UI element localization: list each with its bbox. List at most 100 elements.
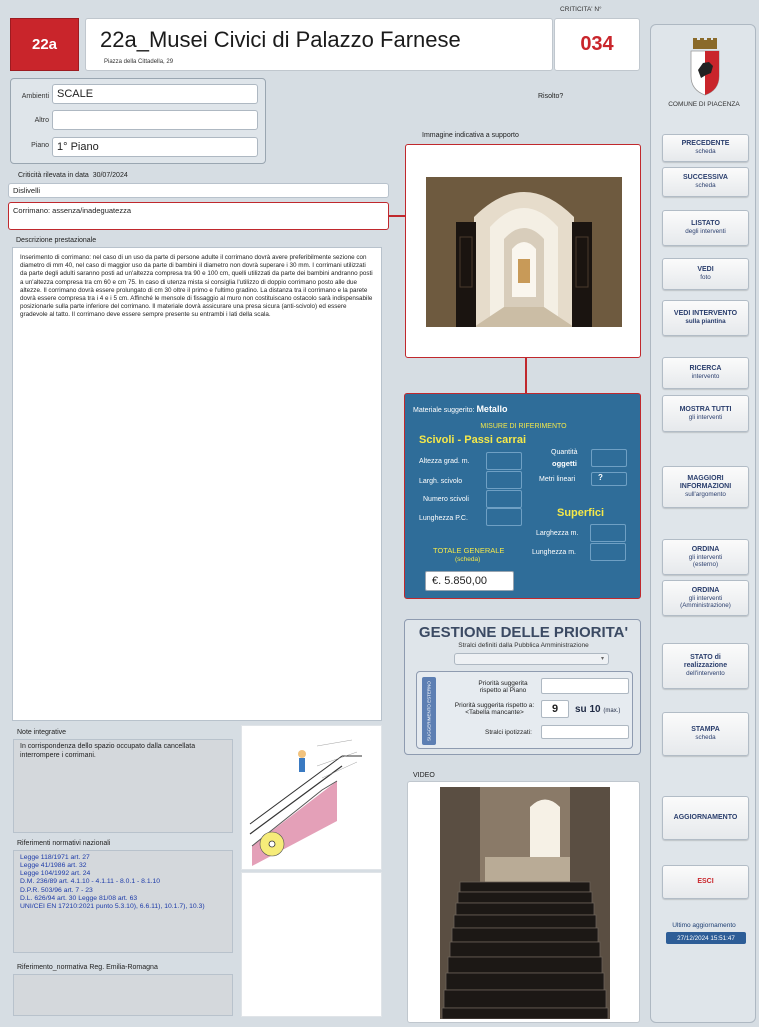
- material-panel: Materiale suggerito: Metallo MISURE DI R…: [404, 393, 641, 599]
- button-label: ESCI: [697, 877, 714, 885]
- riferimento-line: Legge 118/1971 art. 27: [20, 854, 90, 861]
- criticita-number: 034: [554, 18, 640, 71]
- larghezza-scivolo-field[interactable]: [486, 471, 522, 489]
- riferimento-er-field[interactable]: [13, 974, 233, 1016]
- note-label: Note integrative: [17, 729, 67, 736]
- ricerca-button[interactable]: RICERCA intervento: [662, 357, 749, 389]
- risolto-label: Risolto?: [538, 93, 564, 100]
- criticita-date: Criticità rilevata in data 30/07/2024: [18, 172, 128, 179]
- stralci-ipotizzati-label: Stralci ipotizzati:: [485, 729, 532, 736]
- riferimento-line: Legge 41/1986 art. 32: [20, 862, 87, 870]
- lunghezza-label: Lunghezza m.: [532, 549, 576, 556]
- metri-lineari-label: Metri lineari: [539, 476, 576, 483]
- numero-scivoli-field[interactable]: [486, 490, 522, 508]
- chevron-down-icon[interactable]: ▾: [598, 655, 607, 664]
- button-sublabel: scheda: [695, 148, 716, 156]
- button-label: VEDI: [697, 266, 714, 274]
- scivoli-title: Scivoli - Passi carrai: [419, 434, 527, 446]
- button-sublabel: sulla piantina: [685, 318, 726, 326]
- vedi-intervento-button[interactable]: VEDI INTERVENTO sulla piantina: [662, 300, 749, 336]
- suggerimento-vertical-label: SUGGERIMENTO ESTERNO: [422, 677, 436, 745]
- ordina-amministrazione-button[interactable]: ORDINA gli interventi (Amministrazione): [662, 580, 749, 616]
- button-sublabel: gli interventi: [688, 413, 723, 421]
- criticita-description-field[interactable]: Corrimano: assenza/inadeguatezza: [8, 202, 389, 230]
- handrail-diagram[interactable]: [242, 726, 381, 869]
- connector-line: [525, 358, 527, 393]
- stralci-select[interactable]: ▾: [454, 653, 609, 665]
- button-label: AGGIORNAMENTO: [673, 813, 738, 821]
- categoria-field[interactable]: Dislivelli: [8, 183, 389, 198]
- secondary-drawing-frame: [241, 872, 382, 1017]
- quantita-label: Quantità: [551, 449, 578, 456]
- button-label: STATO di realizzazione: [683, 654, 728, 670]
- max-label: (max.): [603, 708, 621, 714]
- note-field[interactable]: In corrispondenza dello spazio occupato …: [13, 739, 233, 833]
- video-label: VIDEO: [413, 772, 435, 779]
- materiale-value: Metallo: [476, 404, 508, 414]
- altezza-field[interactable]: [486, 452, 522, 470]
- aggiornamento-button[interactable]: AGGIORNAMENTO: [662, 796, 749, 840]
- piano-priority-label-2: rispetto al Piano: [479, 687, 527, 695]
- larghezza-scivolo-label: Largh. scivolo: [419, 478, 463, 485]
- ambienti-label: Ambienti: [21, 93, 49, 100]
- riferimenti-nazionali-label: Riferimenti normativi nazionali: [17, 840, 111, 847]
- altro-label: Altro: [34, 117, 49, 124]
- altro-field[interactable]: [52, 110, 258, 130]
- materiale-row: Materiale suggerito: Metallo: [413, 404, 507, 414]
- criticita-label: CRITICITA' N°: [560, 6, 602, 13]
- esci-button[interactable]: ESCI: [662, 865, 749, 899]
- vedi-foto-button[interactable]: VEDI foto: [662, 258, 749, 290]
- riferimento-line: D.M. 236/89 art. 4.1.10 - 4.1.11 - 8.0.1…: [20, 878, 161, 886]
- tabella-priority-label-1: Priorità suggerita rispetto a:: [454, 702, 535, 709]
- riferimento-line: D.P.R. 503/96 art. 7 - 23: [20, 886, 93, 894]
- button-sublabel: gli interventi (esterno): [688, 553, 723, 569]
- lunghezza-pc-field[interactable]: [486, 508, 522, 526]
- button-sublabel: degli interventi: [685, 228, 726, 236]
- stralci-ipotizzati-field[interactable]: [541, 725, 629, 739]
- descrizione-label: Descrizione prestazionale: [16, 237, 97, 244]
- button-label: LISTATO: [691, 220, 720, 228]
- totale-field[interactable]: €. 5.850,00: [425, 571, 514, 591]
- priority-subtitle: Stralci definiti dalla Pubblica Amminist…: [458, 642, 589, 649]
- stampa-button[interactable]: STAMPA scheda: [662, 712, 749, 756]
- area-code-badge: 22a: [10, 18, 79, 71]
- piano-priority-field[interactable]: [541, 678, 629, 694]
- lunghezza-field[interactable]: [590, 543, 626, 561]
- mostra-tutti-button[interactable]: MOSTRA TUTTI gli interventi: [662, 395, 749, 432]
- button-sublabel: intervento: [691, 373, 720, 381]
- piano-field[interactable]: 1° Piano: [52, 137, 258, 157]
- ultimo-aggiornamento-label: Ultimo aggiornamento: [672, 922, 736, 929]
- precedente-button[interactable]: PRECEDENTE scheda: [662, 134, 749, 162]
- altezza-label: Altezza grad. m.: [419, 458, 470, 465]
- riferimenti-nazionali-field[interactable]: Legge 118/1971 art. 27 Legge 41/1986 art…: [13, 850, 233, 953]
- stato-button[interactable]: STATO di realizzazione dell'intervento: [662, 643, 749, 689]
- metri-lineari-field[interactable]: ?: [591, 472, 627, 486]
- video-frame: [407, 781, 640, 1023]
- quantita-field[interactable]: [591, 449, 627, 467]
- priority-value-field[interactable]: 9: [541, 700, 569, 718]
- tabella-priority-label: Priorità suggerita rispetto a: <Tabella …: [447, 702, 542, 717]
- comune-caption: COMUNE DI PIACENZA: [668, 101, 740, 108]
- button-label: MAGGIORI INFORMAZIONI: [679, 475, 732, 491]
- connector-line: [389, 215, 405, 217]
- larghezza-field[interactable]: [590, 524, 626, 542]
- button-sublabel: foto: [700, 274, 711, 282]
- descrizione-field[interactable]: Inserimento di corrimano: nel caso di un…: [12, 247, 382, 721]
- suggerimento-box: SUGGERIMENTO ESTERNO Priorità suggerita …: [416, 671, 633, 749]
- handrail-drawing-frame: [241, 725, 382, 870]
- piano-priority-label-1: Priorità suggerita: [478, 680, 528, 687]
- listato-button[interactable]: LISTATO degli interventi: [662, 210, 749, 246]
- successiva-button[interactable]: SUCCESSIVA scheda: [662, 167, 749, 197]
- button-label: STAMPA: [691, 726, 720, 734]
- corridor-photo[interactable]: [426, 177, 622, 327]
- title-box: 22a_Musei Civici di Palazzo Farnese Piaz…: [85, 18, 553, 71]
- ordina-esterno-button[interactable]: ORDINA gli interventi (esterno): [662, 539, 749, 575]
- maggiori-informazioni-button[interactable]: MAGGIORI INFORMAZIONI sull'argomento: [662, 466, 749, 508]
- lunghezza-pc-label: Lunghezza P.C.: [419, 515, 468, 522]
- staircase-video[interactable]: [440, 787, 610, 1019]
- button-label: RICERCA: [689, 365, 722, 373]
- ambienti-field[interactable]: SCALE: [52, 84, 258, 104]
- button-label: ORDINA: [691, 586, 720, 594]
- button-label: PRECEDENTE: [681, 140, 730, 148]
- button-label: VEDI INTERVENTO: [673, 310, 738, 318]
